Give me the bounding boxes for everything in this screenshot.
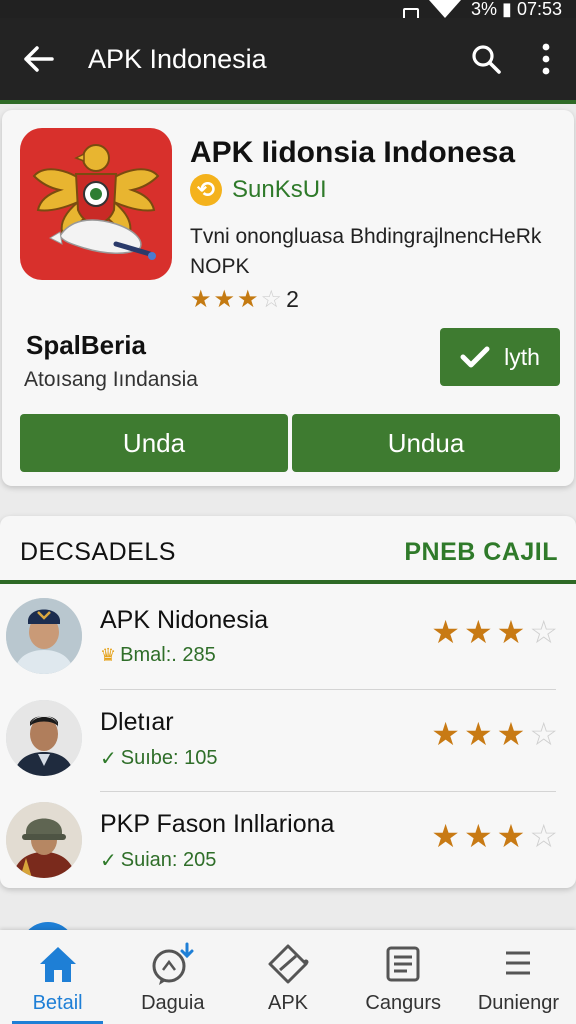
list-header-divider [0, 580, 576, 584]
list-item-rating: ★ ★ ★ ☆ [431, 616, 558, 648]
list-item-name: APK Nidonesia [100, 606, 269, 634]
star-empty-icon: ☆ [529, 614, 558, 650]
bottom-navigation: Betail Daguia APK Cangurs Duniengr [0, 930, 576, 1024]
sim-icon [403, 8, 420, 18]
list-header: DECSADELS PNEB CAJIL [0, 516, 576, 584]
nav-label: Duniengr [477, 992, 559, 1014]
nav-label: Daguia [141, 992, 205, 1014]
star-filled-icon: ★ [463, 818, 493, 854]
nav-label: APK [267, 992, 309, 1014]
list-item-name: PKP Fason Inllariona [100, 810, 335, 838]
nav-label: Cangurs [365, 992, 442, 1014]
check-icon [460, 346, 490, 368]
app-detail-card: APK Iidonsia Indonesa ⟲ SunKsUI Tvni ono… [2, 110, 574, 486]
star-filled-icon: ★ [496, 818, 526, 854]
star-empty-icon: ☆ [260, 285, 283, 313]
list-item-meta: ✓ Suıbe: 105 [100, 746, 218, 771]
arrow-left-icon [24, 46, 54, 72]
nav-item-apk[interactable]: APK [230, 930, 345, 1024]
related-apps-card: DECSADELS PNEB CAJIL APK Nidonesia ♛ Bma… [0, 516, 576, 888]
list-header-title: DECSADELS [20, 538, 176, 566]
star-filled-icon: ★ [496, 716, 526, 752]
star-filled-icon: ★ [431, 716, 460, 752]
developer-name: SunKsUI [232, 176, 327, 203]
list-item-meta-text: Bmal:. 285 [120, 644, 216, 666]
star-filled-icon: ★ [463, 716, 493, 752]
nav-item-cangurs[interactable]: Cangurs [346, 930, 461, 1024]
check-icon: ✓ [100, 748, 117, 770]
star-empty-icon: ☆ [529, 716, 558, 752]
app-name: APK Iidonsia Indonesa [190, 136, 516, 169]
list-box-icon [381, 942, 425, 986]
star-filled-icon: ★ [190, 285, 212, 313]
install-button[interactable]: lyth [440, 328, 560, 386]
section-title: SpalBeria [26, 330, 146, 360]
more-vert-icon [542, 43, 550, 75]
star-filled-icon: ★ [431, 614, 460, 650]
star-empty-icon: ☆ [529, 818, 558, 854]
avatar [6, 700, 82, 776]
star-filled-icon: ★ [237, 285, 259, 313]
status-bar: 3% ▮ 07:53 [0, 0, 576, 18]
check-icon: ✓ [100, 850, 117, 872]
list-item-rating: ★ ★ ★ ☆ [431, 820, 558, 852]
nav-item-duniengr[interactable]: Duniengr [461, 930, 576, 1024]
status-text: 3% ▮ 07:53 [471, 0, 562, 18]
download-alt-button[interactable]: Undua [292, 414, 560, 472]
back-button[interactable] [0, 18, 78, 100]
list-item-meta: ✓ Suian: 205 [100, 848, 216, 873]
avatar [6, 598, 82, 674]
wifi-icon [429, 0, 462, 18]
chat-download-icon [151, 942, 195, 986]
app-description: Tvni onongluasa BhdingrajlnencHeRk NOPK [190, 225, 542, 278]
app-rating: ★ ★ ★ ☆ 2 [190, 286, 299, 313]
rating-count: 2 [286, 286, 299, 312]
list-item-meta-text: Suıbe: 105 [120, 747, 218, 769]
star-filled-icon: ★ [463, 614, 493, 650]
download-button[interactable]: Unda [20, 414, 288, 472]
star-filled-icon: ★ [496, 614, 526, 650]
avatar [6, 802, 82, 878]
star-filled-icon: ★ [213, 285, 236, 313]
list-item[interactable]: Dletıar ✓ Suıbe: 105 ★ ★ ★ ☆ [0, 690, 576, 792]
garuda-app-icon [20, 128, 172, 280]
tag-icon [266, 942, 310, 986]
list-item-name: Dletıar [100, 708, 174, 736]
crown-icon: ♛ [100, 645, 117, 665]
developer-badge-icon: ⟲ [190, 174, 222, 206]
nav-item-home[interactable]: Betail [0, 930, 115, 1024]
list-item[interactable]: PKP Fason Inllariona ✓ Suian: 205 ★ ★ ★ … [0, 792, 576, 894]
list-item[interactable]: APK Nidonesia ♛ Bmal:. 285 ★ ★ ★ ☆ [0, 588, 576, 690]
app-bar-divider [0, 100, 576, 104]
search-icon [472, 45, 501, 74]
nav-label: Betail [32, 992, 83, 1014]
action-button-row: Unda Undua [20, 414, 560, 472]
menu-lines-icon [496, 942, 540, 986]
developer-row[interactable]: ⟲ SunKsUI [190, 174, 327, 206]
overflow-menu-button[interactable] [516, 18, 576, 100]
page-title: APK Indonesia [88, 43, 267, 74]
search-button[interactable] [456, 18, 516, 100]
home-icon [36, 942, 80, 986]
nav-item-daguia[interactable]: Daguia [115, 930, 230, 1024]
star-filled-icon: ★ [431, 818, 460, 854]
install-button-label: lyth [504, 343, 540, 370]
list-item-rating: ★ ★ ★ ☆ [431, 718, 558, 750]
app-bar: APK Indonesia [0, 18, 576, 100]
list-item-meta-text: Suian: 205 [120, 849, 217, 871]
list-item-meta: ♛ Bmal:. 285 [100, 644, 216, 667]
section-subtitle: Atoısang Iındansia [24, 368, 198, 391]
see-all-link[interactable]: PNEB CAJIL [404, 538, 558, 567]
